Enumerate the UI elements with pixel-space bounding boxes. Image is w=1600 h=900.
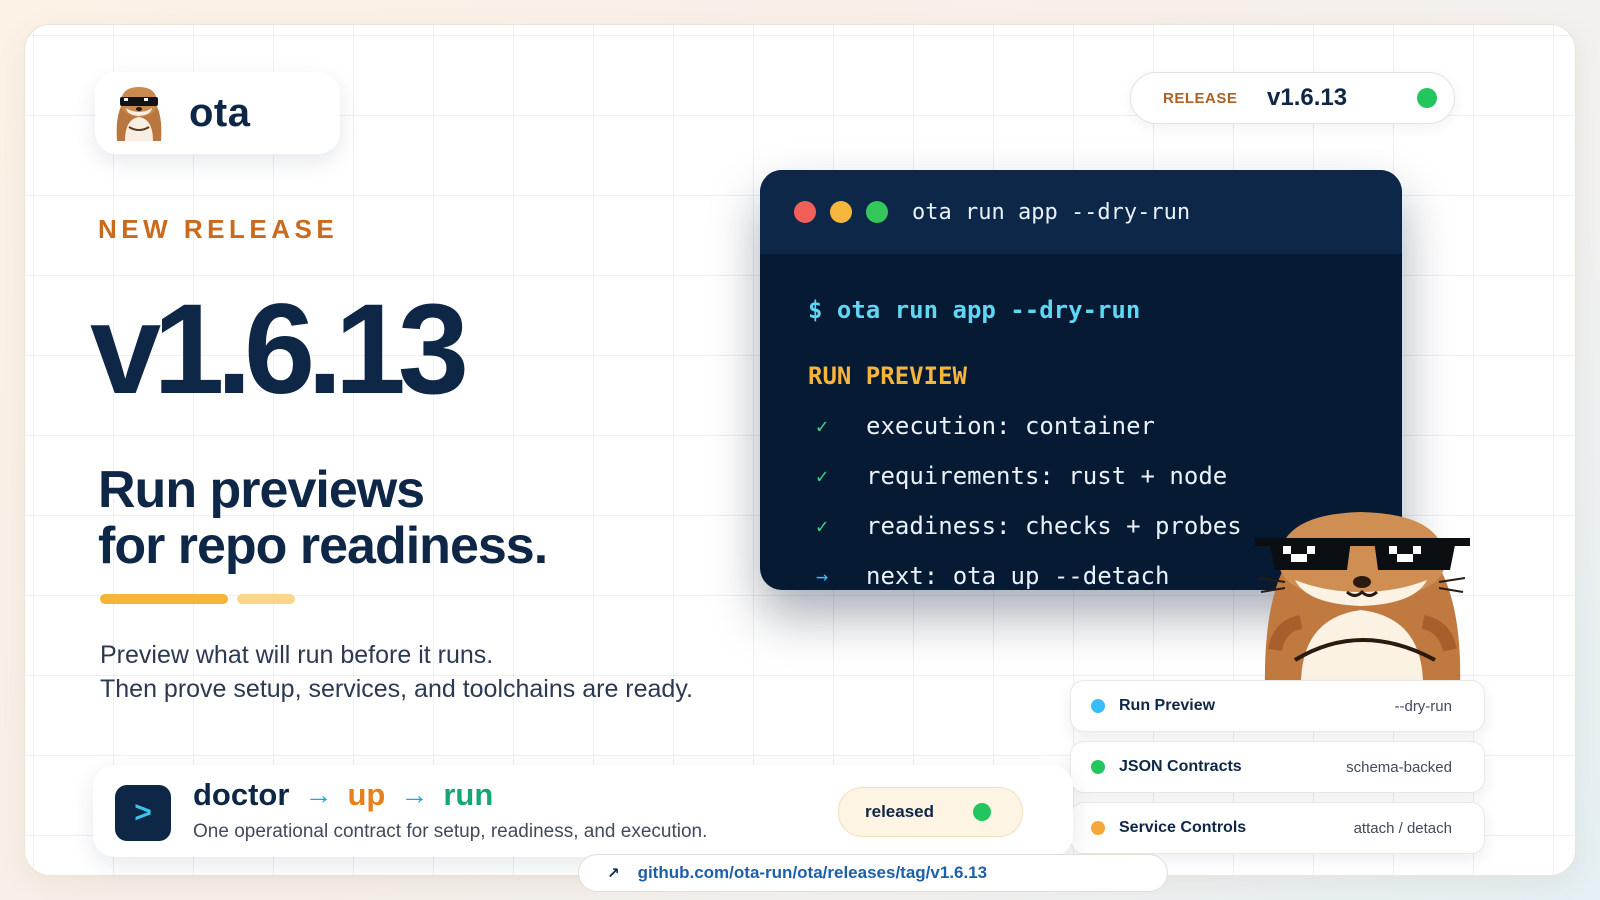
- terminal-titlebar: ota run app --dry-run: [760, 170, 1402, 254]
- workflow-bar: > doctor → up → run One operational cont…: [93, 765, 1073, 857]
- release-link[interactable]: ↗ github.com/ota-run/ota/releases/tag/v1…: [578, 854, 1168, 892]
- feature-detail: attach / detach: [1353, 819, 1452, 837]
- headline-line-1: Run previews: [98, 461, 425, 519]
- hero-description: Preview what will run before it runs. Th…: [100, 638, 800, 706]
- release-version: v1.6.13: [1267, 84, 1348, 111]
- arrow-right-icon: →: [304, 779, 333, 810]
- feature-name: Run Preview: [1119, 697, 1216, 714]
- hero-version: v1.6.13: [90, 278, 469, 421]
- close-window-dot[interactable]: [794, 201, 816, 223]
- release-pill: RELEASE v1.6.13: [1130, 72, 1455, 124]
- terminal-line-text: execution: container: [866, 412, 1155, 440]
- terminal-line-text: readiness: checks + probes: [866, 512, 1242, 540]
- accent-bar-primary: [100, 594, 228, 604]
- terminal-prompt-icon: >: [115, 785, 171, 841]
- brand-badge: ota: [95, 72, 340, 154]
- arrow-right-icon: →: [400, 779, 429, 810]
- terminal-line: ✓ execution: container: [808, 412, 1402, 440]
- hero-headline: Run previews for repo readiness.: [98, 462, 658, 574]
- description-line-1: Preview what will run before it runs.: [100, 641, 494, 669]
- feature-name: JSON Contracts: [1119, 758, 1242, 775]
- feature-name: Service Controls: [1119, 819, 1247, 836]
- release-url[interactable]: github.com/ota-run/ota/releases/tag/v1.6…: [638, 863, 988, 883]
- feature-detail: --dry-run: [1394, 697, 1452, 715]
- released-status-dot: [973, 803, 991, 821]
- workflow-tagline: One operational contract for setup, read…: [193, 821, 708, 842]
- feature-card-run-preview: Run Preview --dry-run: [1070, 680, 1485, 732]
- terminal-section-heading: RUN PREVIEW: [808, 362, 967, 390]
- minimize-window-dot[interactable]: [830, 201, 852, 223]
- feature-card-json-contracts: JSON Contracts schema-backed: [1070, 741, 1485, 793]
- otter-mascot-icon: [1255, 512, 1470, 690]
- terminal-title: ota run app --dry-run: [912, 199, 1191, 225]
- terminal-line-text: requirements: rust + node: [866, 462, 1228, 490]
- feature-status-dot: [1091, 821, 1105, 835]
- release-label: RELEASE: [1163, 89, 1238, 107]
- external-link-icon: ↗: [607, 865, 620, 882]
- feature-status-dot: [1091, 760, 1105, 774]
- description-line-2: Then prove setup, services, and toolchai…: [100, 675, 693, 703]
- flow-step-doctor: doctor: [193, 777, 290, 812]
- terminal-line-text: next: ota up --detach: [866, 562, 1170, 590]
- check-icon: ✓: [816, 414, 829, 438]
- maximize-window-dot[interactable]: [866, 201, 888, 223]
- feature-card-service-controls: Service Controls attach / detach: [1070, 802, 1485, 854]
- brand-name: ota: [189, 90, 251, 135]
- terminal-command: $ ota run app --dry-run: [808, 296, 1141, 324]
- accent-bar-secondary: [237, 594, 295, 604]
- arrow-right-icon: →: [816, 564, 829, 588]
- terminal-line: ✓ requirements: rust + node: [808, 462, 1402, 490]
- released-badge: released: [838, 787, 1023, 837]
- flow-step-up: up: [347, 777, 386, 812]
- feature-detail: schema-backed: [1346, 758, 1452, 776]
- check-icon: ✓: [816, 514, 829, 538]
- feature-status-dot: [1091, 699, 1105, 713]
- released-label: released: [865, 802, 934, 821]
- headline-line-2: for repo readiness.: [98, 517, 548, 575]
- flow-step-run: run: [443, 777, 494, 812]
- otter-sunglasses-icon: [116, 87, 162, 141]
- eyebrow-label: NEW RELEASE: [98, 214, 339, 244]
- check-icon: ✓: [816, 464, 829, 488]
- release-status-dot: [1417, 88, 1437, 108]
- workflow-flow: doctor → up → run: [193, 777, 493, 813]
